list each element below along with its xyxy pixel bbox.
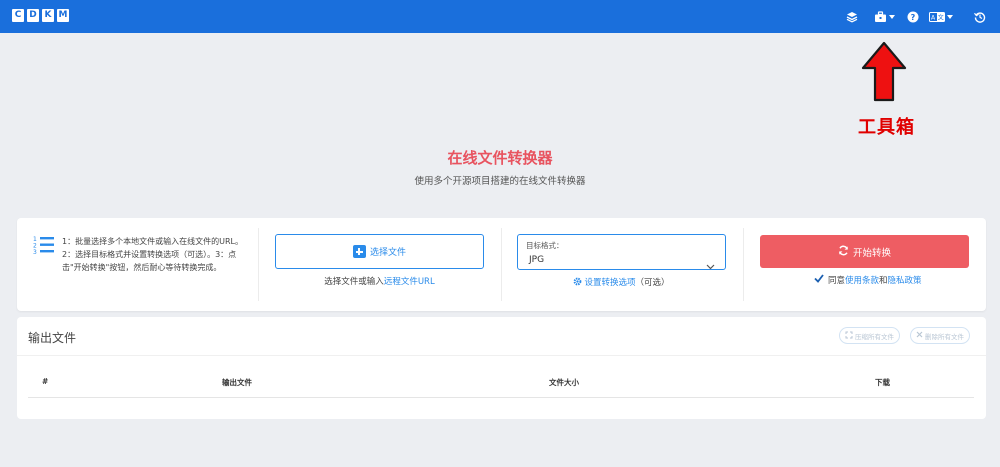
compress-all-label: 压缩所有文件 xyxy=(855,332,894,341)
site-logo[interactable]: C D K M xyxy=(12,9,69,22)
output-files-card: 输出文件 压缩所有文件 删除所有文件 # 输出文件 文件大小 下载 xyxy=(17,317,986,419)
plus-icon xyxy=(352,245,366,258)
page-title: 在线文件转换器 xyxy=(447,149,553,167)
svg-text:?: ? xyxy=(911,13,916,22)
column-header-index: # xyxy=(42,377,49,386)
agree-terms: 同意使用条款和隐私政策 xyxy=(814,274,922,286)
agree-text: 同意 xyxy=(828,276,846,286)
choose-file-button[interactable]: 选择文件 xyxy=(275,234,484,269)
remote-url-link[interactable]: 远程文件URL xyxy=(384,277,435,287)
column-divider xyxy=(743,228,744,301)
logo-letter: M xyxy=(57,9,69,22)
column-header-file-size: 文件大小 xyxy=(549,378,579,387)
svg-text:3: 3 xyxy=(33,249,37,255)
toolbox-icon[interactable] xyxy=(874,8,895,25)
divider xyxy=(17,355,986,356)
column-divider xyxy=(258,228,259,301)
delete-all-button[interactable]: 删除所有文件 xyxy=(910,327,970,344)
history-icon[interactable] xyxy=(974,8,986,25)
instructions-text: 1：批量选择多个本地文件或输入在线文件的URL。2：选择目标格式并设置转换选项（… xyxy=(62,237,243,272)
choose-hint-text: 选择文件或输入 xyxy=(324,277,384,287)
logo-letter: K xyxy=(42,9,54,22)
start-convert-label: 开始转换 xyxy=(852,247,891,259)
target-format-select[interactable]: 目标格式： JPG xyxy=(517,234,726,270)
converter-card: 1 2 3 1：批量选择多个本地文件或输入在线文件的URL。2：选择目标格式并设… xyxy=(17,218,986,311)
agree-checkbox[interactable] xyxy=(814,274,824,286)
privacy-link[interactable]: 隐私政策 xyxy=(888,276,922,286)
delete-all-label: 删除所有文件 xyxy=(925,332,964,341)
chevron-down-icon xyxy=(706,255,715,274)
svg-text:文: 文 xyxy=(938,13,944,21)
close-icon xyxy=(916,331,923,340)
column-header-output-file: 输出文件 xyxy=(222,378,252,387)
output-files-title: 输出文件 xyxy=(28,331,77,345)
terms-link[interactable]: 使用条款 xyxy=(845,276,879,286)
chevron-down-icon xyxy=(947,14,953,19)
numbered-list-icon: 1 2 3 xyxy=(33,235,55,259)
compress-all-button[interactable]: 压缩所有文件 xyxy=(839,327,900,344)
language-icon[interactable]: A文 xyxy=(929,8,953,25)
up-arrow-icon xyxy=(860,41,908,107)
and-text: 和 xyxy=(879,276,888,286)
chevron-down-icon xyxy=(889,14,895,19)
start-convert-button[interactable]: 开始转换 xyxy=(760,235,969,268)
column-header-download: 下载 xyxy=(875,378,890,387)
top-navbar: C D K M ? A文 xyxy=(0,0,1000,33)
target-format-label: 目标格式： xyxy=(526,241,564,250)
logo-letter: C xyxy=(12,9,24,22)
column-divider xyxy=(501,228,502,301)
table-divider xyxy=(28,397,974,398)
gear-icon xyxy=(573,277,582,289)
conversion-options: 设置转换选项（可选） xyxy=(517,276,726,289)
layers-icon[interactable] xyxy=(846,8,858,25)
page-subtitle: 使用多个开源项目搭建的在线文件转换器 xyxy=(414,176,586,187)
target-format-value: JPG xyxy=(529,255,545,265)
svg-text:A: A xyxy=(931,14,936,21)
compress-icon xyxy=(845,331,853,341)
conversion-options-link[interactable]: 设置转换选项 xyxy=(584,278,635,288)
choose-file-label: 选择文件 xyxy=(369,248,406,258)
logo-letter: D xyxy=(27,9,39,22)
help-icon[interactable]: ? xyxy=(907,8,919,25)
refresh-icon xyxy=(838,245,849,259)
optional-text: （可选） xyxy=(635,278,670,288)
toolbox-annotation-label: 工具箱 xyxy=(858,117,915,138)
choose-file-hint: 选择文件或输入远程文件URL xyxy=(275,275,484,287)
